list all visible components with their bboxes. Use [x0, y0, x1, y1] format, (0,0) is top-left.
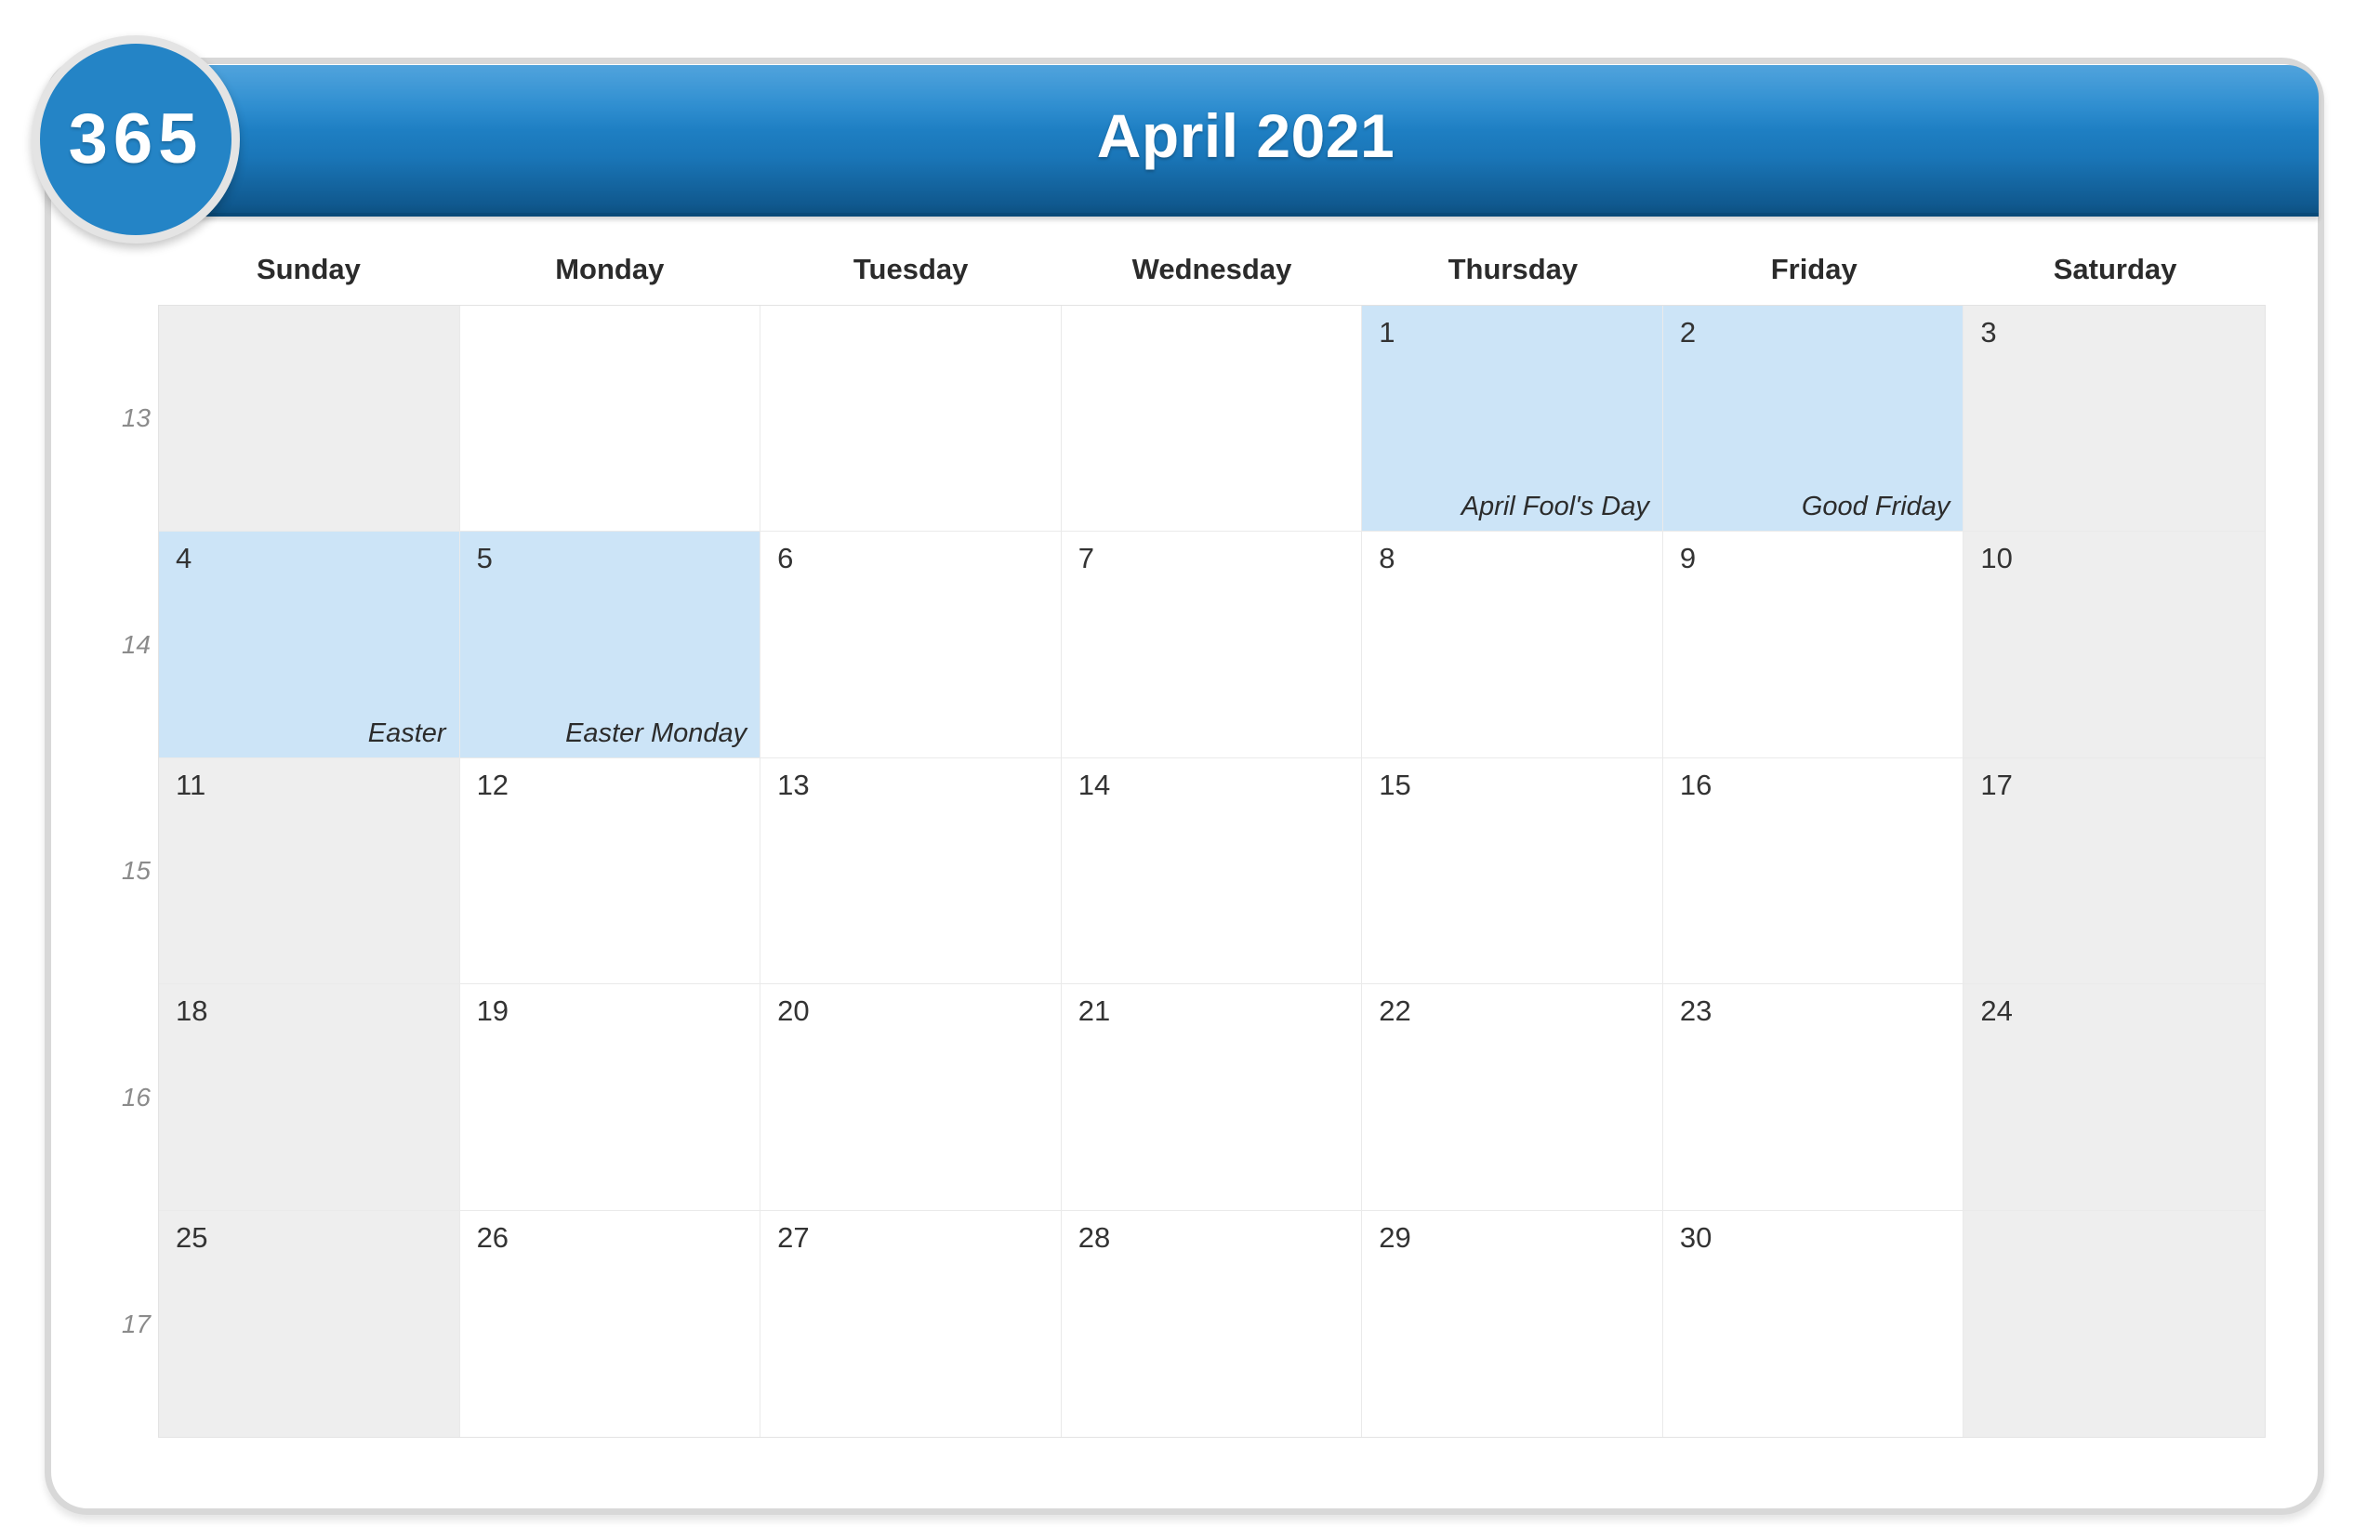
calendar-day-cell[interactable]: 11 [159, 757, 460, 985]
calendar-day-cell[interactable]: 12 [459, 757, 761, 985]
day-number: 12 [476, 768, 509, 801]
calendar-day-cell[interactable]: 29 [1362, 1210, 1663, 1437]
day-name-wednesday: Wednesday [1131, 253, 1292, 285]
calendar-day-cell[interactable]: 9 [1662, 532, 1964, 758]
calendar-day-cell[interactable]: 28 [1062, 1210, 1363, 1437]
calendar-day-cell[interactable]: 25 [159, 1210, 460, 1437]
day-number: 10 [1980, 542, 2013, 575]
calendar-cell-empty [1964, 1210, 2265, 1437]
day-name-header-row: Sunday Monday Tuesday Wednesday Thursday Frid… [158, 249, 2266, 303]
calendar-day-cell[interactable]: 21 [1061, 984, 1363, 1211]
holiday-label: Easter [367, 717, 446, 748]
page-title: April 2021 [1096, 101, 1395, 170]
day-number: 19 [476, 994, 509, 1028]
holiday-label: Easter Monday [565, 717, 747, 748]
day-number: 26 [476, 1220, 509, 1254]
calendar-day-cell[interactable]: 3 [1964, 306, 2265, 533]
day-number: 30 [1679, 1220, 1712, 1254]
day-number: 6 [777, 542, 794, 575]
day-number: 1 [1379, 316, 1395, 349]
day-number: 4 [176, 542, 192, 575]
week-number: 14 [121, 629, 151, 659]
day-number: 15 [1379, 768, 1411, 801]
calendar-day-cell[interactable]: 23 [1662, 984, 1964, 1211]
day-number: 27 [777, 1220, 810, 1254]
calendar-day-cell[interactable]: 27 [760, 1210, 1062, 1437]
day-number: 8 [1379, 542, 1395, 575]
calendar-cell-empty [1061, 306, 1363, 533]
calendar-day-cell[interactable]: 22 [1362, 984, 1663, 1211]
day-number: 24 [1980, 994, 2013, 1028]
day-number: 21 [1078, 994, 1111, 1028]
calendar-day-cell[interactable]: 17 [1964, 757, 2265, 985]
calendar-cell-empty [459, 306, 761, 533]
day-name-monday: Monday [555, 253, 665, 285]
day-number: 14 [1078, 768, 1111, 801]
calendar-day-cell[interactable]: 20 [760, 984, 1062, 1211]
brand-logo-label: 365 [68, 99, 204, 178]
calendar-day-cell[interactable]: 10 [1964, 532, 2265, 758]
day-number: 16 [1679, 768, 1712, 801]
day-number: 25 [176, 1220, 208, 1254]
day-number: 20 [777, 994, 810, 1028]
week-number: 17 [121, 1310, 151, 1339]
calendar-page: 365 April 2021 365 SundayMondayTuesdayWe… [0, 0, 2380, 1540]
day-number: 7 [1078, 542, 1094, 575]
holiday-label: April Fool's Day [1461, 492, 1649, 522]
day-name-tuesday: Tuesday [853, 253, 969, 285]
calendar-day-cell[interactable]: 8 [1362, 532, 1663, 758]
calendar-day-cell[interactable]: 15 [1362, 757, 1663, 985]
day-name-friday: Friday [1770, 253, 1858, 285]
calendar-day-cell[interactable]: 1 April Fool's Day [1362, 306, 1663, 533]
calendar-day-cell[interactable]: 16 [1662, 757, 1964, 985]
day-number: 13 [777, 768, 810, 801]
day-name-thursday: Thursday [1448, 253, 1579, 285]
day-number: 23 [1679, 994, 1712, 1028]
calendar-day-cell[interactable]: 13 [760, 757, 1062, 985]
week-number: 13 [121, 402, 151, 432]
day-number: 3 [1980, 316, 1997, 349]
calendar-grid: 1 April Fool's Day 2 Good Friday 3 4 Easter 5 Ea… [158, 305, 2266, 1438]
calendar-day-cell[interactable]: 2 Good Friday [1662, 306, 1964, 533]
calendar-day-cell[interactable]: 14 [1061, 757, 1363, 985]
day-name-saturday: Saturday [2053, 253, 2177, 285]
calendar-day-cell[interactable]: 6 [760, 532, 1062, 758]
calendar-day-cell[interactable]: 30 [1663, 1210, 1964, 1437]
calendar-cell-empty [760, 306, 1062, 533]
day-number: 17 [1980, 768, 2013, 801]
week-number: 15 [121, 856, 151, 886]
calendar-day-cell[interactable]: 19 [459, 984, 761, 1211]
calendar-day-cell[interactable]: 5 Easter Monday [459, 532, 761, 758]
day-number: 29 [1379, 1220, 1411, 1254]
brand-logo-badge: 365 [32, 35, 240, 244]
calendar-cell-empty [159, 306, 460, 533]
calendar-day-cell[interactable]: 24 [1964, 984, 2265, 1211]
day-number: 2 [1679, 316, 1697, 349]
week-number-gutter: 13 14 15 16 17 [80, 305, 158, 1438]
day-number: 5 [476, 542, 493, 575]
day-number: 18 [176, 994, 208, 1028]
calendar-day-cell[interactable]: 4 Easter [159, 532, 460, 758]
day-number: 9 [1679, 542, 1697, 575]
calendar-day-cell[interactable]: 26 [460, 1210, 761, 1437]
day-name-sunday: Sunday [256, 253, 361, 285]
day-number: 22 [1379, 994, 1411, 1028]
day-number: 28 [1078, 1220, 1111, 1254]
calendar-day-cell[interactable]: 18 [159, 984, 460, 1211]
calendar-day-cell[interactable]: 7 [1061, 532, 1363, 758]
day-number: 11 [176, 768, 206, 801]
holiday-label: Good Friday [1801, 492, 1950, 522]
week-number: 16 [121, 1083, 151, 1112]
calendar-header-bar: April 2021 [173, 65, 2319, 217]
